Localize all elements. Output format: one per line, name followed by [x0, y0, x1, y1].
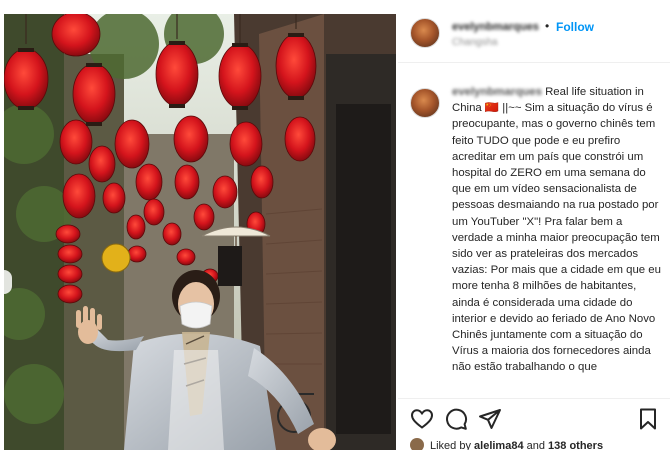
post-header: evelynbmarques Changsha • Follow	[398, 0, 670, 63]
header-separator: •	[545, 19, 550, 33]
follow-button[interactable]: Follow	[556, 20, 594, 34]
comment-icon[interactable]	[444, 407, 468, 431]
author-username[interactable]: evelynbmarques	[452, 21, 539, 33]
heart-icon[interactable]	[410, 407, 434, 431]
street-lanterns-photo	[4, 14, 396, 450]
paper-plane-icon[interactable]	[478, 407, 502, 431]
post-sidebar: evelynbmarques Changsha • Follow evelynb…	[398, 0, 670, 450]
author-avatar[interactable]	[410, 18, 440, 48]
likes-count[interactable]: 138 others	[548, 440, 603, 450]
caption-area: evelynbmarques Real life situation in Ch…	[398, 80, 670, 398]
liker-username[interactable]: alelima84	[474, 440, 524, 450]
likes-mid: and	[523, 440, 549, 450]
post-location[interactable]: Changsha	[452, 37, 498, 48]
caption-text: Real life situation in China 🇨🇳 ||~~ Sim…	[452, 86, 665, 374]
likes-prefix: Liked by	[430, 440, 475, 450]
liker-avatar[interactable]	[410, 438, 424, 450]
caption-avatar[interactable]	[410, 88, 440, 118]
caption-username[interactable]: evelynbmarques	[452, 86, 542, 98]
bookmark-icon[interactable]	[636, 407, 660, 431]
post-caption: evelynbmarques Real life situation in Ch…	[452, 84, 664, 376]
action-bar	[398, 398, 670, 439]
likes-summary: Liked by alelima84 and 138 others	[410, 438, 603, 450]
post-photo[interactable]	[4, 14, 396, 450]
